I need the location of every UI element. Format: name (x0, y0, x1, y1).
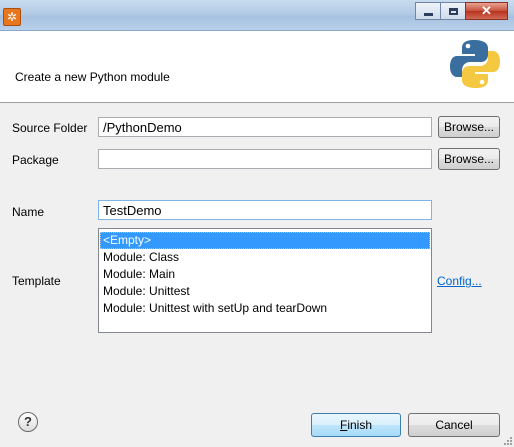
list-item[interactable]: Module: Unittest with setUp and tearDown (100, 300, 430, 317)
finish-label: Finish (339, 418, 373, 432)
title-bar[interactable]: ✲ ✕ (0, 0, 514, 31)
list-item[interactable]: <Empty> (100, 232, 430, 249)
close-icon: ✕ (481, 3, 492, 18)
gear-icon[interactable]: ✲ (3, 8, 21, 26)
list-item[interactable]: Module: Main (100, 266, 430, 283)
name-label: Name (12, 205, 45, 219)
package-label: Package (12, 153, 59, 167)
maximize-button[interactable] (440, 2, 466, 20)
source-folder-browse-button[interactable]: Browse... (438, 116, 500, 138)
template-label: Template (12, 274, 61, 288)
source-folder-label: Source Folder (12, 121, 88, 135)
cancel-button[interactable]: Cancel (408, 413, 500, 437)
wizard-content: Source Folder /PythonDemo Browse... Pack… (0, 103, 514, 395)
wizard-footer: ? Finish Cancel (0, 395, 514, 447)
package-input[interactable] (98, 149, 432, 169)
help-icon[interactable]: ? (18, 412, 38, 432)
page-title: Create a new Python module (15, 70, 170, 84)
window-controls: ✕ (415, 2, 508, 21)
source-folder-input[interactable]: /PythonDemo (98, 117, 432, 137)
list-item[interactable]: Module: Unittest (100, 283, 430, 300)
name-input[interactable]: TestDemo (98, 200, 432, 220)
list-item[interactable]: Module: Class (100, 249, 430, 266)
config-link[interactable]: Config... (437, 274, 482, 288)
close-button[interactable]: ✕ (465, 2, 508, 20)
maximize-icon (448, 7, 458, 15)
package-browse-button[interactable]: Browse... (438, 148, 500, 170)
minimize-icon (423, 12, 433, 16)
wizard-header: Create a new Python module (0, 31, 514, 102)
python-logo-icon (450, 40, 500, 88)
minimize-button[interactable] (415, 2, 441, 20)
resize-grip-icon[interactable] (502, 435, 512, 445)
template-list[interactable]: <Empty> Module: Class Module: Main Modul… (98, 228, 432, 333)
finish-button[interactable]: Finish (311, 413, 401, 437)
